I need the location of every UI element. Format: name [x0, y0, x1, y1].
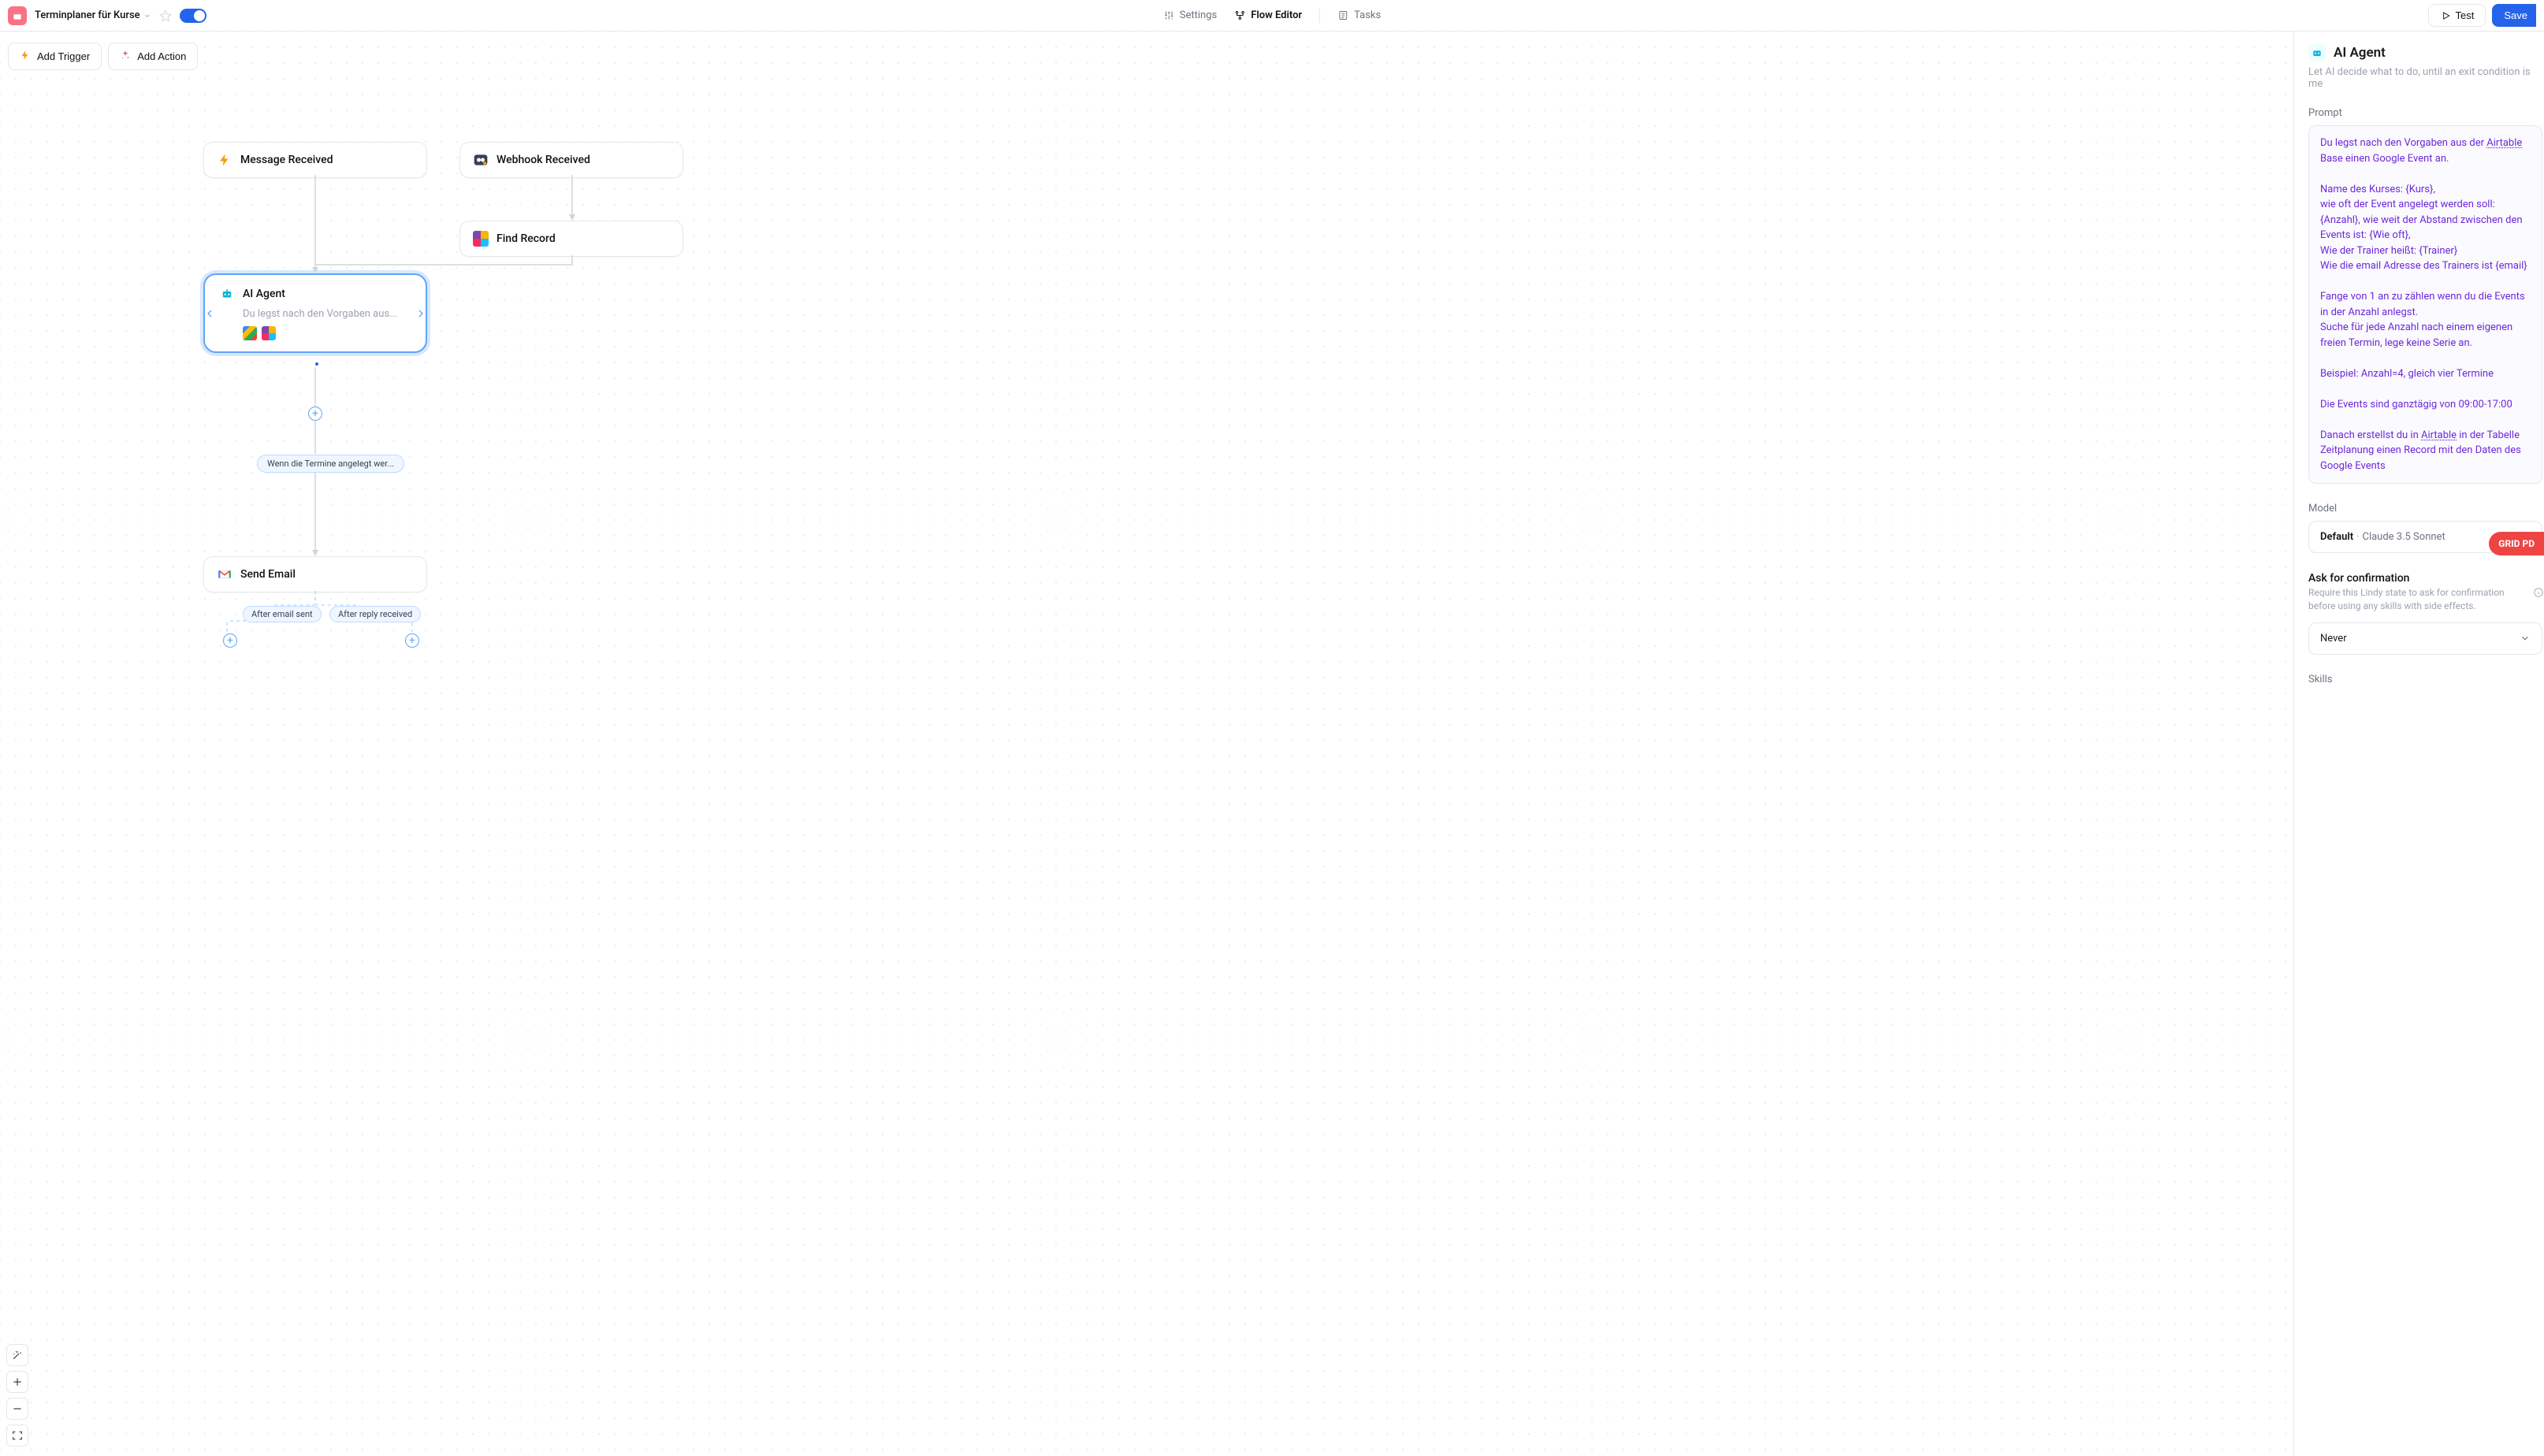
- skills-label: Skills: [2308, 674, 2544, 685]
- grid-pd-badge[interactable]: GRID PD: [2489, 532, 2544, 555]
- node-output-handle[interactable]: [314, 361, 320, 367]
- robot-icon: [2308, 44, 2326, 61]
- right-buttons: Test Save: [2428, 4, 2536, 27]
- chevron-right-icon: [415, 307, 427, 320]
- nav-flow-editor-label: Flow Editor: [1251, 9, 1302, 21]
- node-find-record-label: Find Record: [497, 232, 556, 245]
- node-find-record[interactable]: Find Record: [459, 221, 683, 257]
- nav-divider: [1319, 9, 1320, 23]
- canvas-toolbar: Add Trigger Add Action: [8, 43, 198, 70]
- branch-after-reply-received[interactable]: After reply received: [329, 606, 421, 622]
- wand-icon: [11, 1349, 24, 1361]
- info-icon[interactable]: [2533, 587, 2544, 598]
- enable-toggle[interactable]: [180, 9, 206, 23]
- panel-title: AI Agent: [2334, 45, 2386, 61]
- node-ai-agent-subtitle: Du legst nach den Vorgaben aus...: [243, 308, 397, 320]
- chevron-left-icon: [203, 307, 216, 320]
- bolt-icon: [20, 50, 31, 63]
- top-bar: Terminplaner für Kurse Settings Flow Edi…: [0, 0, 2544, 32]
- nav-tasks[interactable]: Tasks: [1337, 9, 1381, 21]
- sliders-icon: [1163, 9, 1175, 21]
- add-step-button[interactable]: +: [308, 407, 322, 421]
- test-button[interactable]: Test: [2428, 4, 2486, 27]
- side-panel: AI Agent Let AI decide what to do, until…: [2293, 32, 2544, 1456]
- nav-settings-label: Settings: [1180, 9, 1217, 21]
- node-send-email[interactable]: Send Email: [203, 556, 427, 592]
- plus-icon: [11, 1376, 24, 1388]
- main: Add Trigger Add Action: [0, 32, 2544, 1456]
- magic-button[interactable]: [6, 1344, 28, 1366]
- prompt-label: Prompt: [2308, 107, 2544, 119]
- branch-after-email-sent[interactable]: After email sent: [243, 606, 322, 622]
- add-step-left-button[interactable]: +: [223, 633, 237, 648]
- node-message-received[interactable]: Message Received: [203, 142, 427, 178]
- google-calendar-icon: [243, 326, 257, 340]
- save-button-label: Save: [2504, 9, 2527, 21]
- confirm-label: Ask for confirmation: [2308, 572, 2544, 585]
- robot-icon: [219, 286, 235, 302]
- nav-flow-editor[interactable]: Flow Editor: [1234, 9, 1302, 21]
- test-button-label: Test: [2456, 9, 2475, 21]
- model-label: Model: [2308, 503, 2544, 514]
- save-button[interactable]: Save: [2492, 4, 2536, 27]
- node-ai-agent[interactable]: AI Agent Du legst nach den Vorgaben aus.…: [203, 273, 427, 353]
- app-title-text: Terminplaner für Kurse: [35, 9, 140, 21]
- zoom-in-button[interactable]: [6, 1371, 28, 1393]
- condition-pill-label: Wenn die Termine angelegt wer...: [267, 459, 394, 469]
- model-default: Default: [2320, 531, 2353, 543]
- airtable-icon: [262, 326, 276, 340]
- nav-tasks-label: Tasks: [1354, 9, 1381, 21]
- panel-description: Let AI decide what to do, until an exit …: [2308, 66, 2544, 90]
- node-send-email-label: Send Email: [240, 568, 296, 581]
- prompt-input[interactable]: Du legst nach den Vorgaben aus der Airta…: [2308, 125, 2542, 484]
- node-ai-agent-label: AI Agent: [243, 288, 285, 300]
- play-icon: [2440, 10, 2451, 21]
- node-ai-agent-skills: [243, 326, 276, 340]
- app-logo: [8, 6, 27, 25]
- confirm-help: Require this Lindy state to ask for conf…: [2308, 586, 2544, 613]
- confirm-help-text: Require this Lindy state to ask for conf…: [2308, 586, 2530, 613]
- flow-icon: [1234, 9, 1246, 21]
- tasks-icon: [1337, 9, 1349, 21]
- condition-pill[interactable]: Wenn die Termine angelegt wer...: [257, 455, 404, 473]
- chevron-down-icon: [143, 12, 151, 20]
- canvas[interactable]: Add Trigger Add Action: [0, 32, 2293, 1456]
- minus-icon: [11, 1402, 24, 1415]
- add-step-right-button[interactable]: +: [405, 633, 419, 648]
- confirm-select[interactable]: Never: [2308, 622, 2542, 655]
- center-nav: Settings Flow Editor Tasks: [1163, 9, 1381, 23]
- calendar-icon: [12, 10, 23, 21]
- gmail-icon: [217, 566, 232, 582]
- fit-button[interactable]: [6, 1424, 28, 1447]
- fit-icon: [11, 1429, 24, 1442]
- model-name: Claude 3.5 Sonnet: [2362, 531, 2445, 543]
- add-action-label: Add Action: [137, 50, 186, 62]
- add-trigger-label: Add Trigger: [37, 50, 90, 62]
- branch-left-label: After email sent: [251, 609, 313, 619]
- node-webhook-received-label: Webhook Received: [497, 154, 590, 166]
- webhook-icon: [473, 152, 489, 168]
- branch-right-label: After reply received: [338, 609, 412, 619]
- sparkle-icon: [120, 50, 131, 63]
- node-webhook-received[interactable]: Webhook Received: [459, 142, 683, 178]
- confirm-value: Never: [2320, 633, 2347, 644]
- airtable-icon: [473, 231, 489, 247]
- chevron-down-icon: [2520, 633, 2531, 644]
- bolt-icon: [217, 152, 232, 168]
- nav-settings[interactable]: Settings: [1163, 9, 1217, 21]
- flow-nodes: Message Received Webhook Received Find R…: [0, 32, 2293, 1456]
- add-trigger-button[interactable]: Add Trigger: [8, 43, 102, 70]
- node-message-received-label: Message Received: [240, 154, 333, 166]
- panel-header: AI Agent: [2308, 44, 2544, 61]
- canvas-controls: [6, 1344, 28, 1447]
- star-icon[interactable]: [159, 9, 172, 22]
- app-title[interactable]: Terminplaner für Kurse: [35, 9, 151, 21]
- add-action-button[interactable]: Add Action: [108, 43, 198, 70]
- zoom-out-button[interactable]: [6, 1398, 28, 1420]
